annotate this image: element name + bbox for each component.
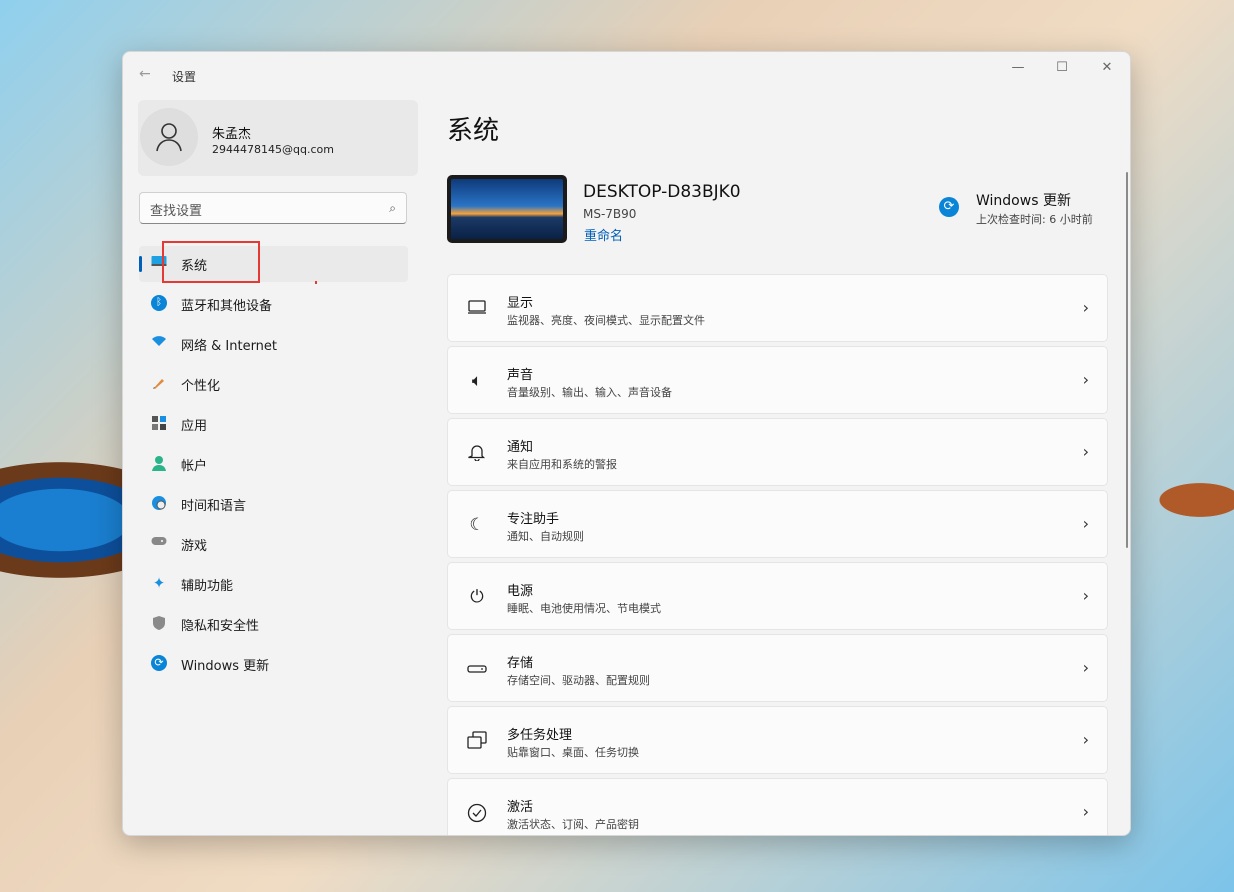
bluetooth-icon: ᛒ <box>151 295 167 311</box>
sidebar-item-accounts[interactable]: 帐户 <box>139 446 408 482</box>
highlight-box <box>162 241 260 283</box>
sidebar-item-label: 应用 <box>181 418 208 434</box>
speaker-icon: 🔈︎ <box>471 371 483 391</box>
multitask-icon <box>466 731 488 751</box>
moon-icon: ☾ <box>469 515 485 535</box>
wifi-icon <box>151 335 167 351</box>
globe-clock-icon <box>151 495 167 511</box>
update-icon[interactable]: ⟳ <box>939 197 959 217</box>
rename-link[interactable]: 重命名 <box>584 225 623 244</box>
chevron-right-icon: › <box>1082 370 1089 389</box>
chevron-right-icon: › <box>1082 802 1089 821</box>
card-focus-assist[interactable]: ☾ 专注助手通知、自动规则 › <box>447 490 1108 558</box>
update-subtitle: 上次检查时间: 6 小时前 <box>976 213 1093 226</box>
sidebar-item-privacy[interactable]: 隐私和安全性 <box>139 606 408 642</box>
card-subtitle: 音量级别、输出、输入、声音设备 <box>507 386 672 399</box>
card-title: 通知 <box>507 440 534 455</box>
search-placeholder: 查找设置 <box>150 204 203 219</box>
account-icon <box>151 455 167 471</box>
search-icon: ⌕ <box>389 201 396 215</box>
sidebar-item-label: 隐私和安全性 <box>181 618 260 634</box>
card-notifications[interactable]: 通知来自应用和系统的警报 › <box>447 418 1108 486</box>
settings-list: 显示监视器、亮度、夜间模式、显示配置文件 › 🔈︎ 声音音量级别、输出、输入、声音设… <box>447 274 1108 835</box>
card-display[interactable]: 显示监视器、亮度、夜间模式、显示配置文件 › <box>447 274 1108 342</box>
gamepad-icon <box>151 535 167 551</box>
sidebar-item-label: 辅助功能 <box>181 578 234 594</box>
card-subtitle: 存储空间、驱动器、配置规则 <box>507 674 650 687</box>
sidebar-item-label: 游戏 <box>181 538 208 554</box>
sidebar-nav: 系统 ᛒ 蓝牙和其他设备 网络 & Internet 个性化 应用 帐户 时间和语… <box>139 246 408 686</box>
search-input[interactable]: 查找设置 ⌕ <box>139 192 407 224</box>
main-content: 系统 DESKTOP-D83BJK0 MS-7B90 重命名 ⟳ Windows… <box>447 52 1130 835</box>
chevron-right-icon: › <box>1082 514 1089 533</box>
card-activation[interactable]: 激活激活状态、订阅、产品密钥 › <box>447 778 1108 835</box>
bell-icon <box>466 443 488 463</box>
user-name: 朱孟杰 <box>212 127 252 142</box>
page-title: 系统 <box>447 116 500 146</box>
display-icon <box>466 299 488 319</box>
card-subtitle: 激活状态、订阅、产品密钥 <box>507 818 639 831</box>
card-multitasking[interactable]: 多任务处理贴靠窗口、桌面、任务切换 › <box>447 706 1108 774</box>
card-title: 电源 <box>507 584 534 599</box>
sidebar-item-label: 时间和语言 <box>181 498 247 514</box>
back-button[interactable]: ← <box>139 66 151 82</box>
sidebar-item-network[interactable]: 网络 & Internet <box>139 326 408 362</box>
storage-icon <box>466 659 488 679</box>
card-title: 声音 <box>507 368 534 383</box>
card-subtitle: 通知、自动规则 <box>507 530 584 543</box>
apps-icon <box>151 415 167 431</box>
highlight-mark <box>315 281 317 284</box>
shield-icon <box>151 615 167 631</box>
user-email: 2944478145@qq.com <box>212 143 334 156</box>
sidebar-item-time-language[interactable]: 时间和语言 <box>139 486 408 522</box>
brush-icon <box>151 375 167 391</box>
card-title: 多任务处理 <box>507 728 573 743</box>
chevron-right-icon: › <box>1082 586 1089 605</box>
sidebar-item-bluetooth[interactable]: ᛒ 蓝牙和其他设备 <box>139 286 408 322</box>
card-subtitle: 来自应用和系统的警报 <box>507 458 617 471</box>
sidebar-item-personalization[interactable]: 个性化 <box>139 366 408 402</box>
user-card[interactable]: 朱孟杰 2944478145@qq.com <box>138 100 418 176</box>
person-icon <box>156 123 182 152</box>
update-icon: ⟳ <box>151 655 167 671</box>
card-subtitle: 贴靠窗口、桌面、任务切换 <box>507 746 639 759</box>
card-subtitle: 睡眠、电池使用情况、节电模式 <box>507 602 661 615</box>
card-title: 存储 <box>507 656 534 671</box>
window-title: 设置 <box>172 70 197 84</box>
chevron-right-icon: › <box>1082 658 1089 677</box>
card-power[interactable]: ⏻ 电源睡眠、电池使用情况、节电模式 › <box>447 562 1108 630</box>
sidebar-item-gaming[interactable]: 游戏 <box>139 526 408 562</box>
device-thumbnail <box>447 175 567 243</box>
card-title: 显示 <box>507 296 534 311</box>
scrollbar[interactable] <box>1126 172 1128 548</box>
chevron-right-icon: › <box>1082 298 1089 317</box>
sidebar-item-label: Windows 更新 <box>181 658 270 674</box>
settings-window: ← 设置 — ☐ ✕ 朱孟杰 2944478145@qq.com 查找设置 ⌕ … <box>122 51 1131 836</box>
chevron-right-icon: › <box>1082 442 1089 461</box>
device-name: DESKTOP-D83BJK0 <box>583 182 741 202</box>
check-circle-icon <box>466 803 488 823</box>
card-title: 激活 <box>507 800 534 815</box>
chevron-right-icon: › <box>1082 730 1089 749</box>
avatar <box>140 108 198 166</box>
sidebar-item-accessibility[interactable]: ✦ 辅助功能 <box>139 566 408 602</box>
sidebar-item-apps[interactable]: 应用 <box>139 406 408 442</box>
accessibility-icon: ✦ <box>152 574 166 592</box>
card-sound[interactable]: 🔈︎ 声音音量级别、输出、输入、声音设备 › <box>447 346 1108 414</box>
power-icon: ⏻ <box>470 587 484 607</box>
card-subtitle: 监视器、亮度、夜间模式、显示配置文件 <box>507 314 705 327</box>
card-storage[interactable]: 存储存储空间、驱动器、配置规则 › <box>447 634 1108 702</box>
update-title[interactable]: Windows 更新 <box>976 190 1071 210</box>
sidebar-item-label: 蓝牙和其他设备 <box>181 298 273 314</box>
sidebar-item-label: 个性化 <box>181 378 221 394</box>
sidebar-item-windows-update[interactable]: ⟳ Windows 更新 <box>139 646 408 682</box>
card-title: 专注助手 <box>507 512 560 527</box>
sidebar-item-label: 网络 & Internet <box>181 338 278 354</box>
device-model: MS-7B90 <box>583 207 637 221</box>
sidebar-item-label: 帐户 <box>181 458 208 474</box>
